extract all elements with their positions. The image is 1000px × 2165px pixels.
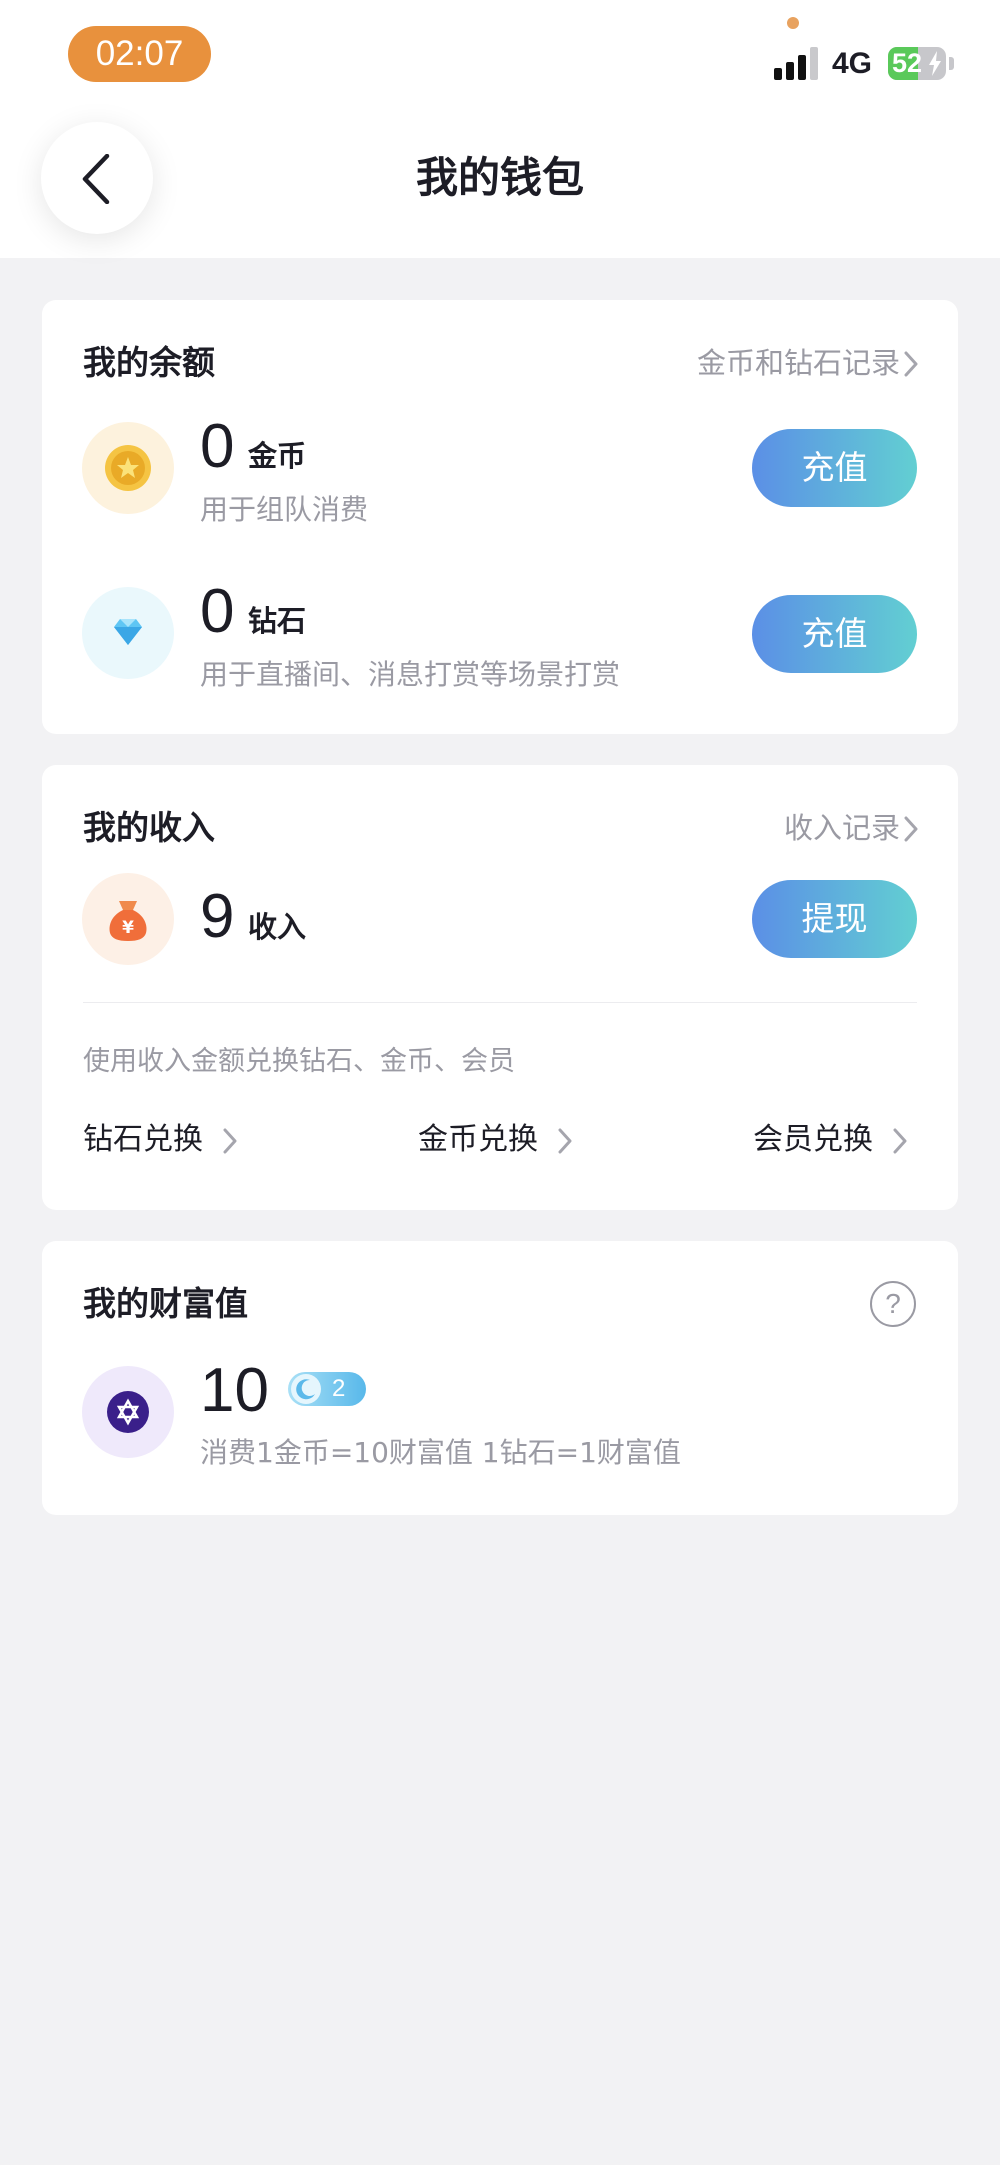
exchange-hint: 使用收入金额兑换钻石、金币、会员 bbox=[83, 1046, 515, 1077]
charging-bolt-icon bbox=[929, 51, 941, 76]
diamond-icon bbox=[82, 587, 174, 679]
page-title: 我的钱包 bbox=[415, 153, 584, 202]
gold-diamond-record-link[interactable]: 金币和钻石记录 bbox=[697, 341, 900, 385]
chevron-right-icon bbox=[558, 1128, 572, 1154]
diamond-amount: 0 bbox=[200, 577, 235, 646]
withdraw-button[interactable]: 提现 bbox=[752, 880, 917, 958]
privacy-indicator-dot bbox=[787, 17, 799, 29]
wealth-title: 我的财富值 bbox=[83, 1284, 248, 1323]
diamond-exchange-link[interactable]: 钻石兑换 bbox=[83, 1120, 203, 1160]
wealth-card: 我的财富值 ? 10 2 消费1金币=10财富值 1钻石=1财富值 bbox=[42, 1241, 958, 1515]
balance-title: 我的余额 bbox=[83, 343, 215, 382]
chevron-right-icon bbox=[223, 1128, 237, 1154]
income-title: 我的收入 bbox=[83, 808, 215, 847]
network-type: 4G bbox=[832, 47, 873, 80]
status-time: 02:07 bbox=[68, 26, 211, 82]
diamond-unit: 钻石 bbox=[248, 604, 307, 638]
help-icon[interactable]: ? bbox=[870, 1281, 916, 1327]
gold-recharge-button[interactable]: 充值 bbox=[752, 429, 917, 507]
vip-exchange-link[interactable]: 会员兑换 bbox=[753, 1120, 873, 1160]
gold-amount: 0 bbox=[200, 412, 235, 481]
battery-icon: 52 bbox=[888, 47, 946, 80]
wealth-desc: 消费1金币=10财富值 1钻石=1财富值 bbox=[200, 1436, 681, 1469]
gold-exchange-link[interactable]: 金币兑换 bbox=[418, 1120, 538, 1160]
chevron-right-icon bbox=[904, 816, 918, 842]
divider bbox=[83, 1002, 917, 1003]
gold-unit: 金币 bbox=[248, 439, 307, 473]
moon-icon bbox=[291, 1374, 321, 1404]
wealth-level: 2 bbox=[332, 1375, 346, 1402]
svg-text:¥: ¥ bbox=[122, 918, 134, 938]
income-card: 我的收入 收入记录 ¥ 9 收入 提现 使用收入金额兑换钻石、金币、会员 钻石兑… bbox=[42, 765, 958, 1210]
gold-desc: 用于组队消费 bbox=[200, 493, 369, 526]
wealth-star-icon bbox=[82, 1366, 174, 1458]
money-bag-icon: ¥ bbox=[82, 873, 174, 965]
income-record-link[interactable]: 收入记录 bbox=[784, 806, 900, 850]
balance-card: 我的余额 金币和钻石记录 0 金币 用于组队消费 充值 0 钻石 用于直播间、消… bbox=[42, 300, 958, 734]
diamond-recharge-button[interactable]: 充值 bbox=[752, 595, 917, 673]
gold-coin-icon bbox=[82, 422, 174, 514]
battery-cap bbox=[949, 57, 954, 70]
signal-icon bbox=[774, 46, 820, 80]
wealth-value: 10 bbox=[200, 1356, 269, 1425]
income-amount: 9 bbox=[200, 882, 235, 951]
chevron-right-icon bbox=[893, 1128, 907, 1154]
diamond-desc: 用于直播间、消息打赏等场景打赏 bbox=[200, 658, 621, 691]
wealth-level-badge: 2 bbox=[288, 1372, 366, 1406]
battery-level: 52 bbox=[892, 48, 923, 78]
income-unit: 收入 bbox=[248, 910, 307, 944]
chevron-right-icon bbox=[904, 351, 918, 377]
